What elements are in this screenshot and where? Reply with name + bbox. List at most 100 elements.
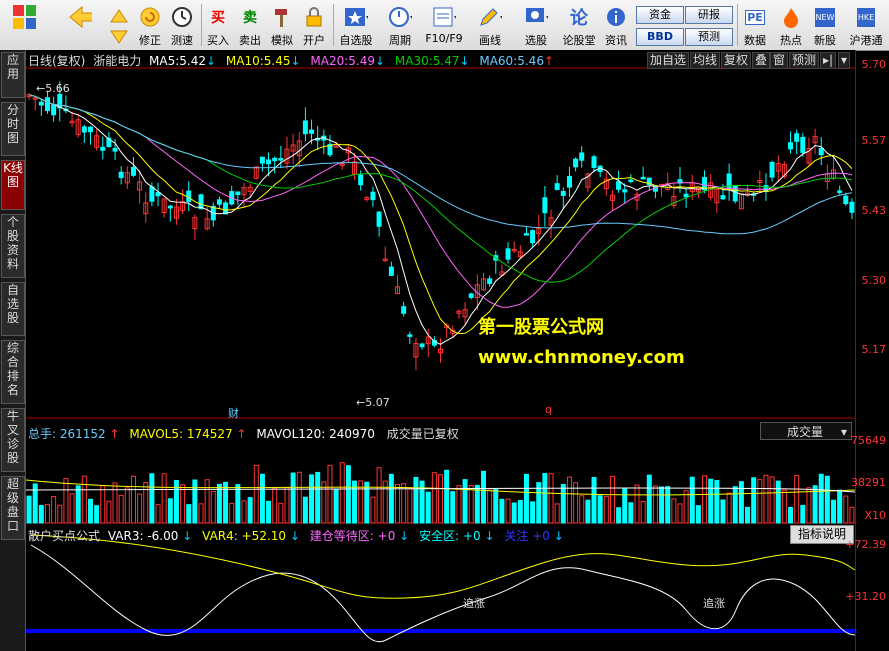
volume-bar [38,505,44,524]
candle-body [376,211,382,227]
correct-label: 修正 [139,34,161,47]
ma-toggle-button[interactable]: 均线 [690,52,721,69]
hotspot-button[interactable]: 热点 [776,2,806,48]
mavol5-arrow: ↑ [236,427,247,441]
buy-button[interactable]: 买 买入 [204,2,232,48]
ma20-value: 5.49 [348,54,375,68]
candle-body [118,171,124,179]
buy-icon: 买 [206,5,230,29]
candle-body [419,343,425,348]
low-marker-value: 5.07 [365,396,390,409]
page-up-button[interactable] [108,2,130,48]
draw-line-button[interactable]: 画线 [470,2,510,48]
volume-bar [695,505,701,524]
vol-axis-mid: 38291 [851,476,886,489]
volume-bar [419,480,425,524]
data-button[interactable]: PE 数据 [740,2,770,48]
mavol120-value: 240970 [329,427,375,441]
forecast-toggle-button[interactable]: 预测 [789,52,820,69]
price-axis: 5.70 5.57 5.43 5.30 5.17 75649 38291 X10… [845,50,889,651]
finance-event-marker[interactable]: 财 [228,405,239,421]
period-button[interactable]: 周期 [380,2,420,48]
capital-button[interactable]: 资金 [636,6,684,24]
simulate-button[interactable]: 模拟 [268,2,296,48]
gz-label: 关注 [504,529,529,543]
new-stock-button[interactable]: NEW 新股 [810,2,840,48]
pe-glyph: PE [745,9,765,25]
overlay-button[interactable]: 叠 [752,52,771,69]
sidebar-tab-orderbook[interactable]: 超级盘口 [1,476,25,540]
volume-bar [499,498,505,524]
volume-bar [413,476,419,524]
scroll-end-button[interactable]: ▸| [820,52,837,69]
ind-axis-mid: +31.20 [845,590,886,603]
sidebar-tab-watchlist[interactable]: 自选股 [1,282,25,336]
chase-label-1: 追涨 [463,597,485,610]
volume-bar [542,472,548,524]
forecast-button[interactable]: 预测 [685,28,733,46]
bbd-button[interactable]: BBD [636,28,684,46]
sell-icon: 卖 [238,5,262,29]
hotspot-label: 热点 [780,34,802,47]
kline-chart[interactable] [26,50,855,651]
sidebar-tab-kline[interactable]: K线图 [1,160,25,210]
clock-icon [170,5,194,29]
stock-picker-button[interactable]: 选股 [514,2,558,48]
ma10-label: MA10: [225,54,264,68]
candle-body [843,195,849,205]
window-button[interactable]: 窗 [770,52,789,69]
q-event-marker[interactable]: q [545,403,552,416]
speed-test-button[interactable]: 测速 [168,2,196,48]
pe-icon: PE [743,5,767,29]
indicator-selector[interactable]: 成交量 ▾ [760,422,852,440]
sidebar-tab-ranking[interactable]: 综合排名 [1,340,25,404]
volume-bar [75,485,81,524]
volume-bar [493,488,499,524]
volume-bar [216,483,222,524]
volume-bar [517,500,523,524]
back-button[interactable] [62,2,98,48]
sidebar-tab-diagnosis[interactable]: 牛叉诊股 [1,408,25,472]
ma30-label: MA30: [394,54,433,68]
f10-button[interactable]: F10/F9 [422,2,466,48]
forum-button[interactable]: 论 论股堂 [560,2,598,48]
candle-body [523,233,529,236]
volume-bar [714,479,720,524]
chevron-down-icon[interactable]: ▾ [838,52,851,69]
fire-icon [779,5,803,29]
open-account-button[interactable]: 开户 [300,2,328,48]
volume-bar [94,505,100,524]
add-watchlist-button[interactable]: 加自选 [647,52,690,69]
adjust-button[interactable]: 复权 [721,52,752,69]
news-button[interactable]: 资讯 [602,2,630,48]
candle-body [302,120,308,135]
volume-bar [732,486,738,524]
aq-arrow: ↓ [484,529,495,543]
volume-bar [425,491,431,524]
volume-bar [788,506,794,524]
sidebar-tab-profile[interactable]: 个股资料 [1,214,25,278]
grid-icon [12,5,36,29]
watchlist-button[interactable]: 自选股 [336,2,376,48]
ma60-arrow: ↑ [543,54,555,68]
correct-button[interactable]: 修正 [136,2,164,48]
candle-body [769,161,775,178]
mavol5-label: MAVOL5: [129,427,184,441]
app-menu-button[interactable] [6,2,42,48]
ma60-value: 5.46 [517,54,544,68]
sidebar-tab-apps[interactable]: 应用 [1,52,25,98]
sidebar-tab-intraday[interactable]: 分时图 [1,102,25,156]
candle-body [81,126,87,133]
hk-connect-button[interactable]: HKE 沪港通 [846,2,886,48]
axis-tick-543: 5.43 [861,204,887,217]
var4-label: VAR4: [202,529,238,543]
candle-body [622,189,628,193]
research-button[interactable]: 研报 [685,6,733,24]
aq-label: 安全区: [419,529,460,543]
new-stock-label: 新股 [814,34,836,47]
pencil-icon [478,5,502,29]
vol-axis-top: 75649 [851,434,886,447]
volume-bar [315,471,321,524]
sell-button[interactable]: 卖 卖出 [236,2,264,48]
volume-bar [831,499,837,524]
